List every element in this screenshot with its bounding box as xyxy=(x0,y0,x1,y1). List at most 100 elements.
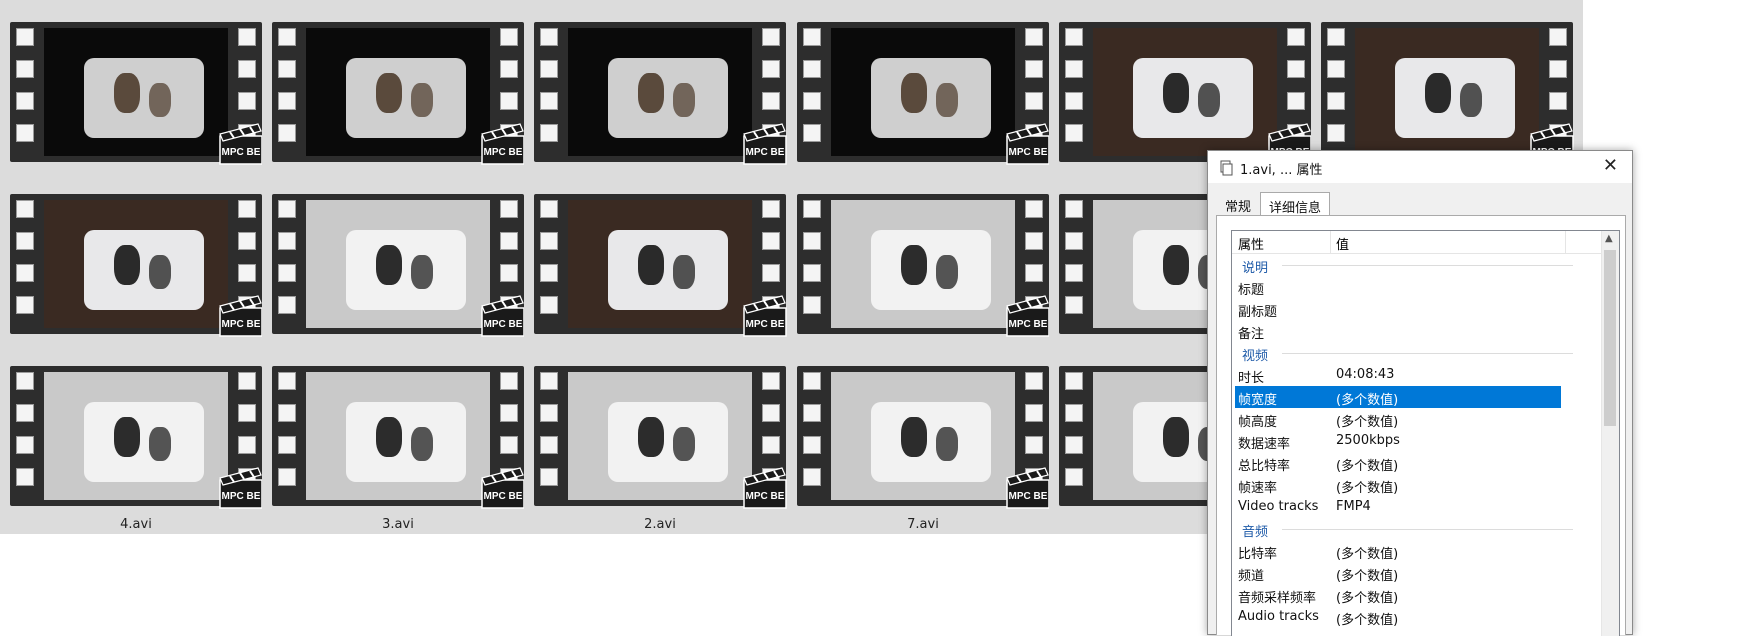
property-row[interactable]: 总比特率 (多个数值) xyxy=(1232,452,1619,474)
group-label: 视频 xyxy=(1242,349,1269,364)
property-row[interactable]: 帧宽度 (多个数值) xyxy=(1235,386,1561,408)
video-frame-preview xyxy=(1093,28,1277,156)
video-file-tile[interactable]: MPC BE 4.avi xyxy=(0,344,272,534)
property-name: 频道 xyxy=(1238,569,1265,584)
video-frame-preview xyxy=(831,372,1015,500)
video-file-tile[interactable]: MPC BE 3.avi xyxy=(262,344,534,534)
filmstrip-thumbnail: MPC BE xyxy=(797,366,1050,509)
property-row[interactable]: 帧高度 (多个数值) xyxy=(1232,408,1619,430)
property-name: 标题 xyxy=(1238,283,1265,298)
mpc-be-clapperboard-icon: MPC BE xyxy=(480,294,526,338)
property-row[interactable]: 数据速率 2500kbps xyxy=(1232,430,1619,452)
file-name-label: 4.avi xyxy=(120,517,152,532)
property-row[interactable]: Audio tracks (多个数值) xyxy=(1232,606,1619,628)
filmstrip-thumbnail: MPC BE xyxy=(797,22,1050,165)
video-file-tile[interactable]: MPC BE1.avi xyxy=(787,172,1059,362)
video-file-tile[interactable]: MPC BE 7.avi xyxy=(787,344,1059,534)
video-frame-preview xyxy=(568,372,752,500)
property-group-header[interactable]: 音频 xyxy=(1232,518,1619,540)
filmstrip-thumbnail: MPC BE xyxy=(10,22,263,165)
filmstrip-thumbnail: MPC BE xyxy=(534,194,787,337)
video-file-tile[interactable]: MPC BE1.avi xyxy=(0,172,272,362)
filmstrip-thumbnail: MPC BE xyxy=(272,22,525,165)
clapper-label: MPC BE xyxy=(222,319,261,330)
property-row[interactable]: 音频采样频率 (多个数值) xyxy=(1232,584,1619,606)
film-perforations xyxy=(538,28,560,156)
property-value: FMP4 xyxy=(1336,499,1371,514)
column-header-value[interactable]: 值 xyxy=(1336,234,1349,253)
video-file-tile[interactable]: MPC BE12.4_(new).avi xyxy=(262,172,534,362)
clapper-label: MPC BE xyxy=(484,319,523,330)
property-value: (多个数值) xyxy=(1336,481,1399,496)
film-perforations xyxy=(14,28,36,156)
video-frame-preview xyxy=(306,200,490,328)
column-header-property[interactable]: 属性 xyxy=(1238,234,1264,253)
mpc-be-clapperboard-icon: MPC BE xyxy=(1005,294,1051,338)
video-file-tile[interactable]: MPC BE4.avi xyxy=(262,0,534,190)
property-row[interactable]: 备注 xyxy=(1232,320,1619,342)
video-file-tile[interactable]: MPC BE3.avi xyxy=(524,0,796,190)
close-button[interactable]: ✕ xyxy=(1603,155,1618,176)
filmstrip-thumbnail: MPC BE xyxy=(534,366,787,509)
property-value: 04:08:43 xyxy=(1336,367,1395,382)
property-group-header[interactable]: 说明 xyxy=(1232,254,1619,276)
video-file-tile[interactable]: MPC BE2.avi xyxy=(524,172,796,362)
property-row[interactable]: Video tracks FMP4 xyxy=(1232,496,1619,518)
clapper-label: MPC BE xyxy=(222,491,261,502)
dialog-titlebar: 1.avi, ... 属性 ✕ xyxy=(1208,151,1632,183)
video-file-tile[interactable]: MPC BE1.avi xyxy=(0,0,272,190)
film-perforations xyxy=(14,372,36,500)
dialog-title: 1.avi, ... 属性 xyxy=(1240,163,1323,178)
film-perforations xyxy=(801,372,823,500)
tab-strip: 常规 详细信息 xyxy=(1216,191,1331,221)
mpc-be-clapperboard-icon: MPC BE xyxy=(742,294,788,338)
file-name-label: 3.avi xyxy=(382,517,414,532)
film-perforations xyxy=(276,372,298,500)
mpc-be-clapperboard-icon: MPC BE xyxy=(1005,466,1051,510)
film-perforations xyxy=(538,200,560,328)
filmstrip-thumbnail: MPC BE xyxy=(1059,22,1312,165)
video-file-tile[interactable]: MPC BE 2.avi xyxy=(524,344,796,534)
video-file-tile[interactable]: MPC BE2.avi xyxy=(787,0,1059,190)
scrollbar-thumb[interactable] xyxy=(1604,250,1616,426)
video-frame-preview xyxy=(44,372,228,500)
property-row[interactable]: 副标题 xyxy=(1232,298,1619,320)
property-name: Audio tracks xyxy=(1238,609,1319,624)
video-frame-preview xyxy=(831,28,1015,156)
film-perforations xyxy=(1063,200,1085,328)
video-frame-preview xyxy=(306,372,490,500)
file-name-label: 2.avi xyxy=(644,517,676,532)
property-row[interactable]: 频道 (多个数值) xyxy=(1232,562,1619,584)
clapper-label: MPC BE xyxy=(484,491,523,502)
clapper-label: MPC BE xyxy=(746,491,785,502)
property-row[interactable]: 时长 04:08:43 xyxy=(1232,364,1619,386)
property-name: 帧宽度 xyxy=(1238,393,1278,408)
film-perforations xyxy=(14,200,36,328)
film-perforations xyxy=(1325,28,1347,156)
details-panel: 属性 值 说明 标题 副标题 备注 视频 时长 04:08:43 帧宽度 (多个数值) 帧高度 (多… xyxy=(1216,215,1626,636)
property-group-header[interactable]: 视频 xyxy=(1232,342,1619,364)
video-frame-preview xyxy=(1355,28,1539,156)
property-row[interactable]: 帧速率 (多个数值) xyxy=(1232,474,1619,496)
film-perforations xyxy=(276,200,298,328)
mpc-be-clapperboard-icon: MPC BE xyxy=(742,122,788,166)
property-row[interactable]: 标题 xyxy=(1232,276,1619,298)
property-name: 帧高度 xyxy=(1238,415,1278,430)
filmstrip-thumbnail: MPC BE xyxy=(797,194,1050,337)
film-perforations xyxy=(276,28,298,156)
property-name: 音频采样频率 xyxy=(1238,591,1317,606)
property-name: 比特率 xyxy=(1238,547,1278,562)
clapper-label: MPC BE xyxy=(484,147,523,158)
mpc-be-clapperboard-icon: MPC BE xyxy=(742,466,788,510)
mpc-be-clapperboard-icon: MPC BE xyxy=(218,466,264,510)
clapper-label: MPC BE xyxy=(1009,491,1048,502)
clapper-label: MPC BE xyxy=(1009,147,1048,158)
video-frame-preview xyxy=(44,28,228,156)
scroll-up-icon[interactable]: ▲ xyxy=(1605,233,1613,244)
vertical-scrollbar[interactable]: ▲ xyxy=(1601,231,1619,636)
property-list: 属性 值 说明 标题 副标题 备注 视频 时长 04:08:43 帧宽度 (多个数值) 帧高度 (多… xyxy=(1231,230,1620,636)
group-label: 说明 xyxy=(1242,261,1269,276)
video-frame-preview xyxy=(306,28,490,156)
property-value: (多个数值) xyxy=(1336,415,1399,430)
property-row[interactable]: 比特率 (多个数值) xyxy=(1232,540,1619,562)
